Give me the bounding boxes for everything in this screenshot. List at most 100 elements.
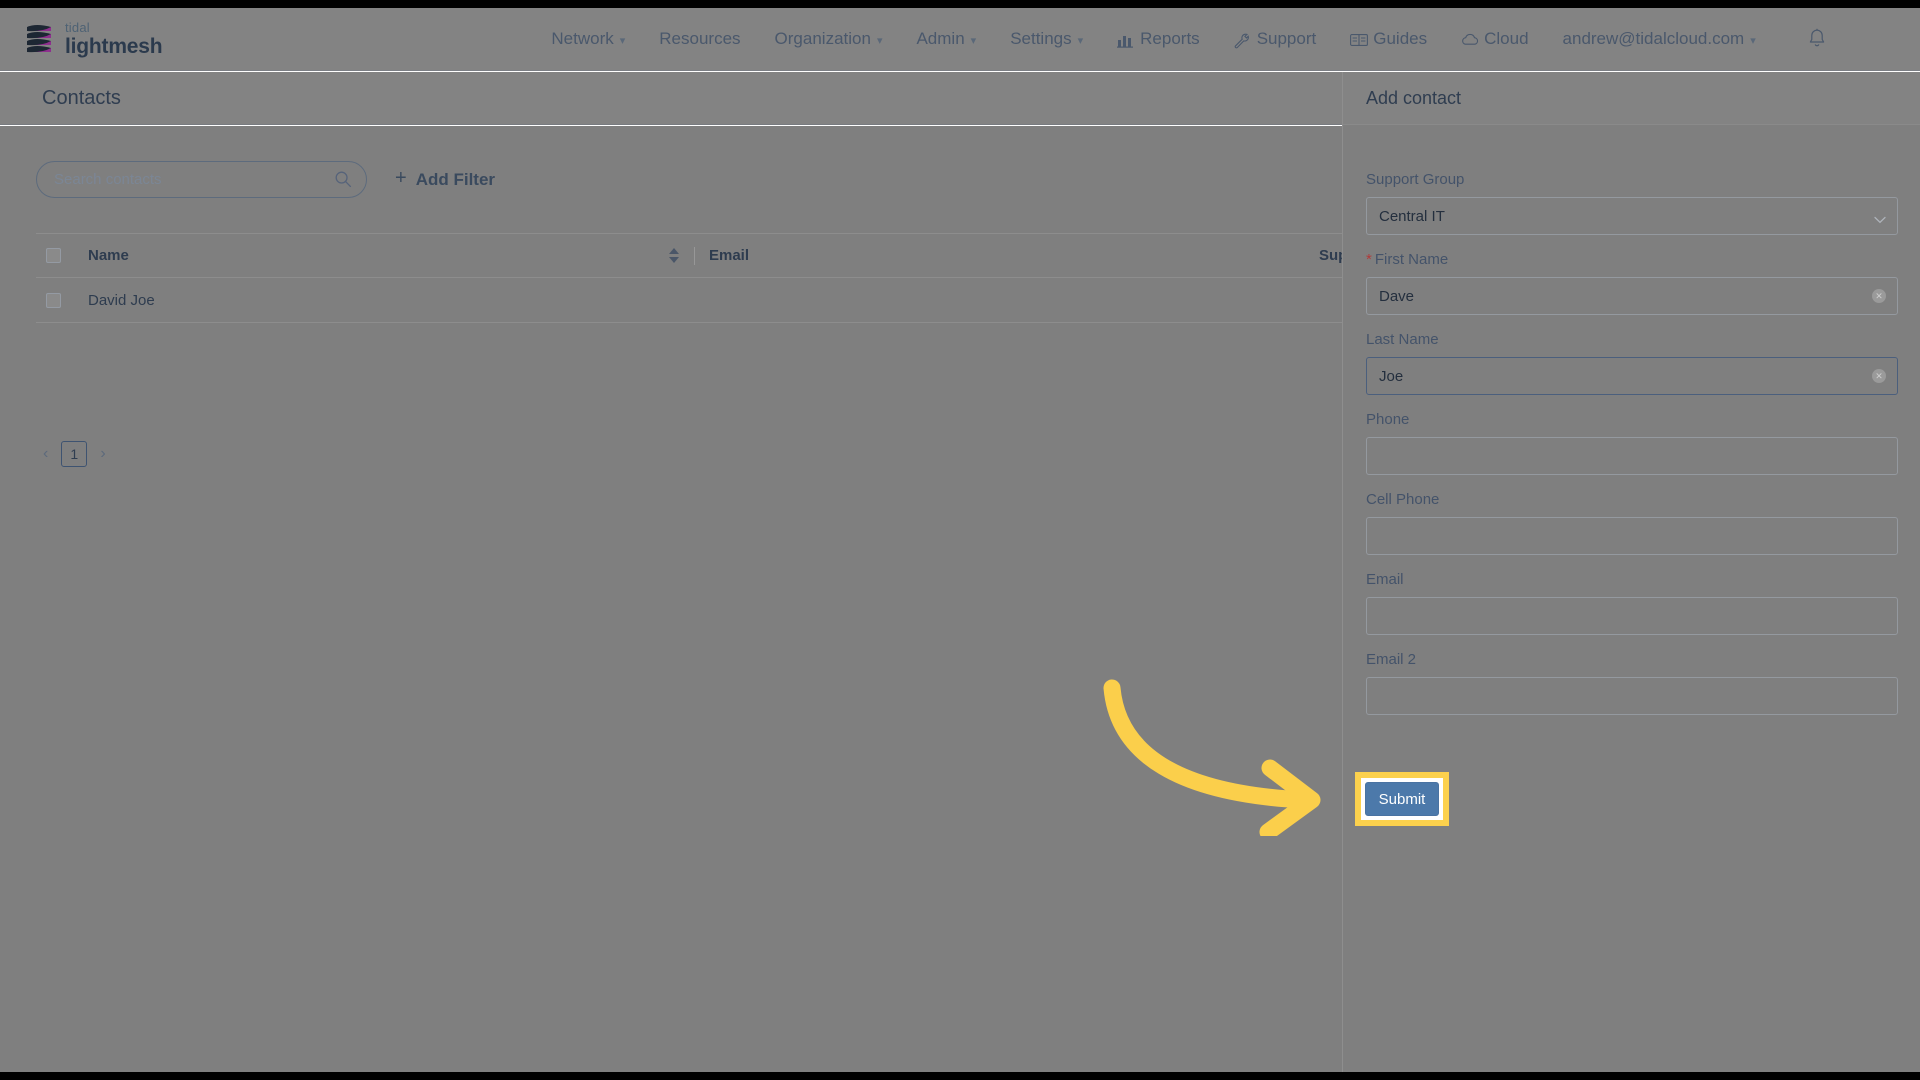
last-name-value: Joe	[1379, 367, 1404, 385]
brand-lightmesh-label: lightmesh	[65, 35, 163, 58]
nav-item-label: Support	[1256, 29, 1317, 48]
nav-item-support[interactable]: Support	[1217, 23, 1334, 55]
support-group-select[interactable]: Central IT	[1366, 197, 1898, 235]
pagination: ‹ 1 ›	[40, 441, 109, 467]
pagination-next-button[interactable]: ›	[97, 445, 108, 463]
brand-tidal-label: tidal	[65, 20, 90, 35]
contacts-main-content: + Add Filter Name Email Suppor	[0, 126, 1436, 1072]
first-name-value: Dave	[1379, 287, 1415, 305]
nav-item-label: Resources	[659, 29, 741, 48]
nav-item-label: Network	[551, 29, 614, 48]
nav-item-organization[interactable]: Organization ▾	[758, 23, 900, 55]
wrench-icon	[1234, 33, 1251, 50]
column-divider	[694, 246, 695, 265]
nav-item-resources[interactable]: Resources	[642, 23, 757, 55]
row-select-cell	[36, 292, 88, 308]
required-asterisk-icon: *	[1366, 251, 1372, 268]
search-input[interactable]	[36, 161, 367, 198]
chevron-down-icon: ▾	[619, 34, 626, 47]
label-phone: Phone	[1366, 411, 1410, 428]
nav-item-cloud[interactable]: Cloud	[1444, 23, 1545, 55]
brand-logo[interactable]: tidal lightmesh	[24, 20, 163, 58]
label-first-name-text: First Name	[1374, 251, 1449, 268]
add-contact-form: Support Group Central IT * First Name Da…	[1343, 125, 1920, 715]
phone-wrapper	[1366, 437, 1898, 475]
last-name-input[interactable]: Joe	[1366, 357, 1898, 395]
support-group-wrapper: Central IT	[1366, 197, 1898, 235]
label-support-group: Support Group	[1366, 171, 1465, 188]
search-icon[interactable]	[334, 170, 352, 188]
chevron-down-icon: ▾	[876, 34, 883, 47]
last-name-wrapper: Joe ✕	[1366, 357, 1898, 395]
phone-input[interactable]	[1366, 437, 1898, 475]
nav-item-label: Organization	[774, 29, 871, 48]
add-filter-button[interactable]: + Add Filter	[395, 167, 496, 191]
label-first-name: * First Name	[1366, 251, 1897, 268]
clear-first-name-icon[interactable]: ✕	[1872, 289, 1886, 303]
nav-item-settings[interactable]: Settings ▾	[993, 23, 1100, 55]
nav-item-label: Reports	[1140, 29, 1200, 48]
sort-name-icon[interactable]	[668, 248, 680, 263]
stacked-layers-logo-icon	[27, 25, 51, 53]
top-navbar: tidal lightmesh Network ▾ Resources Orga…	[0, 8, 1920, 71]
nav-item-guides[interactable]: Guides	[1333, 23, 1444, 55]
email-2-input[interactable]	[1366, 677, 1898, 715]
submit-button-highlight-inner: Submit	[1361, 778, 1443, 820]
cloud-icon	[1461, 33, 1479, 50]
primary-nav: Network ▾ Resources Organization ▾ Admin…	[534, 23, 1828, 55]
submit-button-highlight: Submit	[1355, 772, 1449, 826]
application-window: tidal lightmesh Network ▾ Resources Orga…	[0, 8, 1920, 1072]
nav-item-network[interactable]: Network ▾	[534, 23, 642, 55]
chevron-down-icon: ▾	[1750, 34, 1756, 47]
select-all-checkbox[interactable]	[46, 248, 61, 263]
email-input[interactable]	[1366, 597, 1898, 635]
nav-item-label: Admin	[916, 29, 965, 48]
support-group-value: Central IT	[1379, 207, 1445, 225]
add-filter-label: Add Filter	[415, 169, 496, 189]
nav-item-user-account[interactable]: andrew@tidalcloud.com ▾	[1546, 23, 1773, 55]
pagination-prev-button[interactable]: ‹	[40, 445, 51, 463]
field-cell-phone: Cell Phone	[1366, 491, 1898, 555]
email-wrapper	[1366, 597, 1898, 635]
column-header-email[interactable]: Email	[709, 247, 1319, 264]
first-name-input[interactable]: Dave	[1366, 277, 1898, 315]
label-email: Email	[1366, 571, 1404, 588]
contacts-table: Name Email Suppor David Joe	[36, 233, 1436, 323]
clear-last-name-icon[interactable]: ✕	[1872, 369, 1886, 383]
cell-phone-wrapper	[1366, 517, 1898, 555]
user-email-label: andrew@tidalcloud.com	[1562, 29, 1745, 48]
label-email-2: Email 2	[1366, 651, 1417, 668]
table-row[interactable]: David Joe	[36, 278, 1436, 323]
screen-bottom-letterbox	[0, 1072, 1920, 1080]
drawer-header: Add contact	[1343, 72, 1920, 125]
table-header-row: Name Email Suppor	[36, 233, 1436, 278]
label-cell-phone: Cell Phone	[1366, 491, 1440, 508]
nav-item-label: Settings	[1010, 29, 1072, 48]
nav-item-admin[interactable]: Admin ▾	[899, 23, 993, 55]
column-header-name[interactable]: Name	[88, 247, 668, 264]
pagination-page-1[interactable]: 1	[61, 441, 88, 467]
page-header-bar: Contacts	[0, 72, 1342, 125]
nav-item-reports[interactable]: Reports	[1100, 23, 1217, 55]
field-phone: Phone	[1366, 411, 1898, 475]
field-email: Email	[1366, 571, 1898, 635]
field-email-2: Email 2	[1366, 651, 1898, 715]
contacts-toolbar: + Add Filter	[36, 161, 495, 198]
row-checkbox[interactable]	[46, 292, 61, 308]
cell-phone-input[interactable]	[1366, 517, 1898, 555]
brand-text: tidal lightmesh	[65, 20, 163, 58]
first-name-wrapper: Dave ✕	[1366, 277, 1898, 315]
bar-chart-icon	[1117, 33, 1134, 50]
cell-name: David Joe	[88, 291, 155, 309]
chevron-down-icon: ▾	[970, 34, 977, 47]
book-icon	[1350, 33, 1369, 50]
search-field-wrapper	[36, 161, 367, 198]
notifications-bell-icon[interactable]	[1807, 28, 1829, 50]
drawer-title: Add contact	[1366, 87, 1462, 108]
sort-desc-arrow-icon	[669, 257, 679, 263]
label-last-name: Last Name	[1366, 331, 1439, 348]
chevron-down-icon[interactable]	[1874, 211, 1886, 224]
plus-icon: +	[395, 167, 407, 189]
nav-item-label: Cloud	[1484, 29, 1529, 48]
submit-button[interactable]: Submit	[1365, 782, 1439, 816]
